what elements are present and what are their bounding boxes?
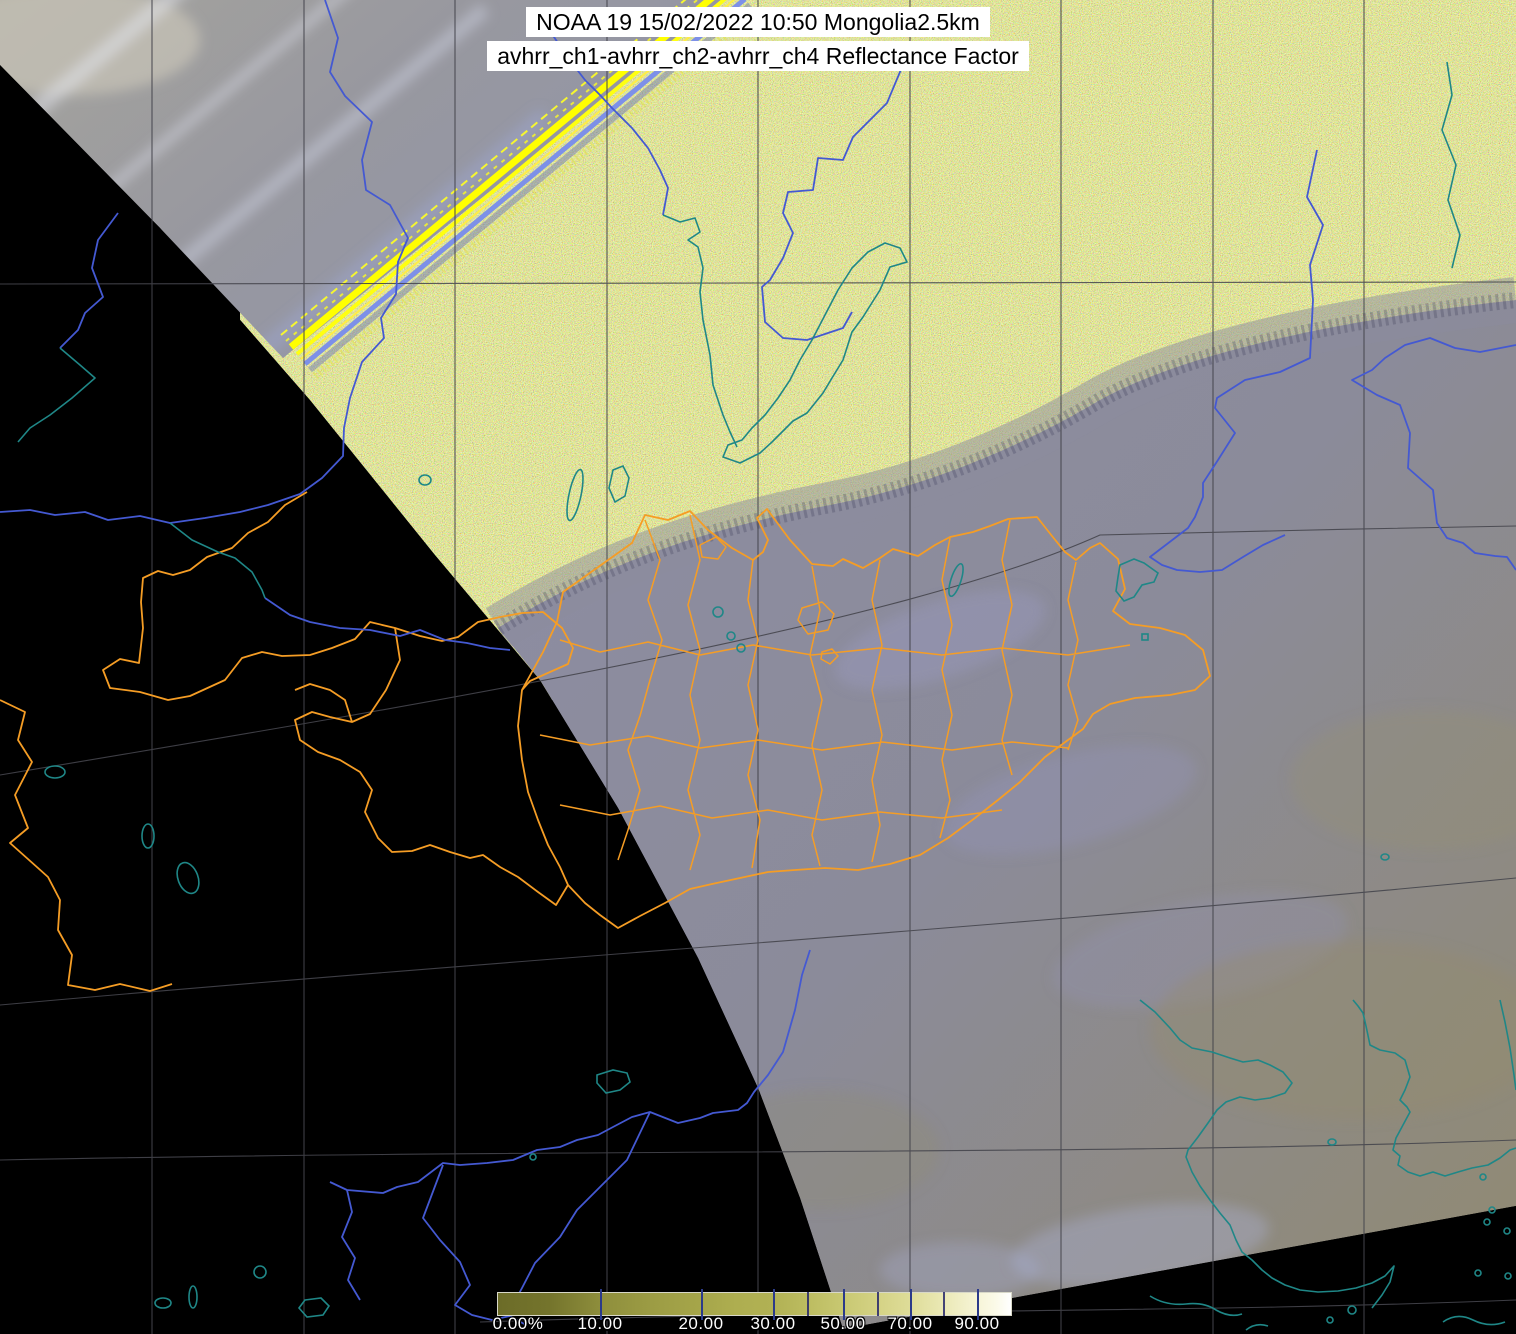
colorbar-divider <box>807 1292 809 1316</box>
title-line-1: NOAA 19 15/02/2022 10:50 Mongolia2.5km <box>526 7 990 37</box>
satellite-image-viewport: NOAA 19 15/02/2022 10:50 Mongolia2.5km a… <box>0 0 1516 1334</box>
map-canvas <box>0 0 1516 1334</box>
title-line-2: avhrr_ch1-avhrr_ch2-avhrr_ch4 Reflectanc… <box>487 41 1029 71</box>
colorbar-gradient <box>497 1292 1012 1316</box>
colorbar-divider <box>943 1292 945 1316</box>
colorbar-label: 30.00 <box>750 1314 795 1334</box>
image-title: NOAA 19 15/02/2022 10:50 Mongolia2.5km a… <box>0 7 1516 75</box>
colorbar-divider <box>877 1292 879 1316</box>
colorbar-label: 10.00 <box>577 1314 622 1334</box>
colorbar-label: 90.00 <box>954 1314 999 1334</box>
colorbar-label: 20.00 <box>678 1314 723 1334</box>
colorbar-label: 70.00 <box>887 1314 932 1334</box>
colorbar-label: 0.00% <box>493 1314 544 1334</box>
colorbar-label: 50.00 <box>820 1314 865 1334</box>
reflectance-colorbar: 0.00% 10.00 20.00 30.00 50.00 70.00 90.0… <box>497 1292 1012 1334</box>
